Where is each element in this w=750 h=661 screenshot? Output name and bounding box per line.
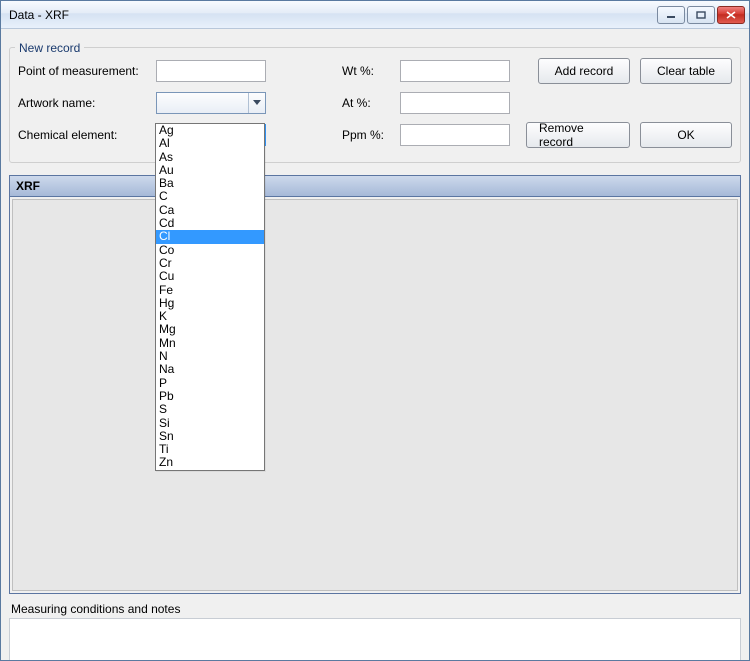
- artwork-name-combo[interactable]: [156, 92, 266, 114]
- label-wt: Wt %:: [342, 64, 392, 78]
- element-option[interactable]: Cd: [156, 217, 264, 230]
- add-record-button[interactable]: Add record: [538, 58, 630, 84]
- element-option[interactable]: Zn: [156, 456, 264, 469]
- remove-record-button[interactable]: Remove record: [526, 122, 630, 148]
- ok-button[interactable]: OK: [640, 122, 732, 148]
- maximize-button[interactable]: [687, 6, 715, 24]
- element-option[interactable]: As: [156, 151, 264, 164]
- element-option[interactable]: Na: [156, 363, 264, 376]
- ppm-input[interactable]: [400, 124, 510, 146]
- xrf-panel: XRF: [9, 175, 741, 594]
- element-option[interactable]: Fe: [156, 284, 264, 297]
- element-option[interactable]: N: [156, 350, 264, 363]
- window: Data - XRF New record Point of measureme…: [0, 0, 750, 661]
- element-option[interactable]: Sn: [156, 430, 264, 443]
- element-option[interactable]: K: [156, 310, 264, 323]
- label-artwork-name: Artwork name:: [18, 96, 148, 110]
- window-buttons: [657, 6, 745, 24]
- label-measuring-conditions: Measuring conditions and notes: [11, 602, 741, 616]
- client-area: New record Point of measurement: Wt %: A…: [1, 29, 749, 660]
- element-option[interactable]: Au: [156, 164, 264, 177]
- element-option[interactable]: Co: [156, 244, 264, 257]
- element-option[interactable]: Pb: [156, 390, 264, 403]
- xrf-header: XRF: [10, 176, 740, 197]
- new-record-group: Point of measurement: Wt %: Add record C…: [9, 47, 741, 163]
- element-option[interactable]: Ba: [156, 177, 264, 190]
- element-option[interactable]: S: [156, 403, 264, 416]
- element-option[interactable]: Ti: [156, 443, 264, 456]
- element-option[interactable]: Si: [156, 417, 264, 430]
- label-ppm: Ppm %:: [342, 128, 392, 142]
- xrf-body: [12, 199, 738, 591]
- close-button[interactable]: [717, 6, 745, 24]
- window-title: Data - XRF: [9, 8, 657, 22]
- wt-input[interactable]: [400, 60, 510, 82]
- minimize-button[interactable]: [657, 6, 685, 24]
- measuring-conditions-textarea[interactable]: [9, 618, 741, 660]
- close-icon: [726, 11, 736, 19]
- minimize-icon: [666, 11, 676, 19]
- element-option[interactable]: Cl: [156, 230, 264, 243]
- element-option[interactable]: C: [156, 190, 264, 203]
- label-point-of-measurement: Point of measurement:: [18, 66, 148, 77]
- element-option[interactable]: Cu: [156, 270, 264, 283]
- maximize-icon: [696, 11, 706, 19]
- clear-table-button[interactable]: Clear table: [640, 58, 732, 84]
- element-option[interactable]: Mn: [156, 337, 264, 350]
- element-option[interactable]: Ca: [156, 204, 264, 217]
- element-option[interactable]: Hg: [156, 297, 264, 310]
- point-of-measurement-input[interactable]: [156, 60, 266, 82]
- element-option[interactable]: P: [156, 377, 264, 390]
- element-option[interactable]: Ag: [156, 124, 264, 137]
- element-option[interactable]: Al: [156, 137, 264, 150]
- label-at: At %:: [342, 96, 392, 110]
- label-chemical-element: Chemical element:: [18, 128, 148, 142]
- element-option[interactable]: Mg: [156, 323, 264, 336]
- groupbox-title: New record: [15, 41, 84, 55]
- chevron-down-icon: [248, 93, 265, 113]
- titlebar: Data - XRF: [1, 1, 749, 29]
- at-input[interactable]: [400, 92, 510, 114]
- chemical-element-dropdown[interactable]: AgAlAsAuBaCCaCdClCoCrCuFeHgKMgMnNNaPPbSS…: [155, 123, 265, 471]
- element-option[interactable]: Cr: [156, 257, 264, 270]
